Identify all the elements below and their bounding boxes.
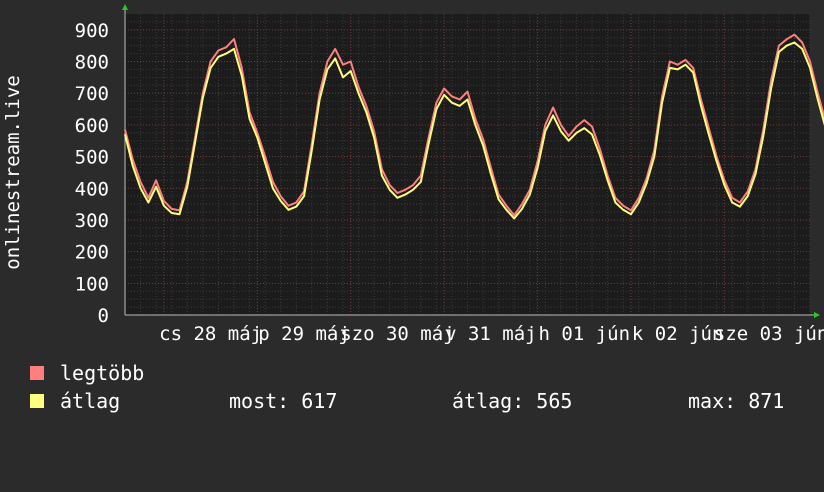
- line-chart: 0 100 200 300 400 500 600 700 800 900 cs 28 májp 2…: [2, 4, 824, 345]
- y-tick-label: 0: [98, 305, 109, 327]
- y-axis-title: onlinestream.live: [2, 75, 24, 269]
- x-tick-label: p 29 máj: [258, 323, 350, 345]
- y-tick-label: 100: [75, 273, 109, 295]
- y-tick-label: 700: [75, 83, 109, 105]
- y-tick-label: 500: [75, 147, 109, 169]
- y-tick-label: 900: [75, 20, 109, 42]
- x-tick-label: cs 28 máj: [159, 323, 262, 345]
- legend-item-average: átlag: [30, 388, 120, 414]
- x-axis-arrow: [814, 312, 820, 318]
- legend-label-average: átlag: [60, 389, 121, 413]
- legend-swatch-max: [30, 366, 44, 380]
- x-tick-label: v 31 máj: [445, 323, 537, 345]
- stat-average: átlag: 565: [452, 389, 573, 413]
- stat-max: max: 871: [688, 389, 785, 413]
- legend: legtöbb átlag most: 617 átlag: 565 max: …: [30, 360, 810, 424]
- y-tick-label: 400: [75, 178, 109, 200]
- y-tick-label: 200: [75, 242, 109, 264]
- x-tick-label: k 02 jún: [632, 323, 724, 345]
- legend-item-max: legtöbb: [30, 360, 144, 386]
- legend-swatch-average: [30, 394, 44, 408]
- y-tick-label: 600: [75, 115, 109, 137]
- y-tick-label: 300: [75, 210, 109, 232]
- y-axis-arrow: [122, 4, 128, 10]
- x-tick-label: szo 30 máj: [340, 323, 454, 345]
- chart-area: 0 100 200 300 400 500 600 700 800 900 cs 28 máj p 2…: [0, 0, 824, 345]
- x-tick-label: h 01 jún: [539, 323, 631, 345]
- x-tick-label: sze 03 jún: [714, 323, 824, 345]
- stat-current: most: 617: [229, 389, 338, 413]
- y-tick-label: 800: [75, 52, 109, 74]
- legend-label-max: legtöbb: [60, 361, 145, 385]
